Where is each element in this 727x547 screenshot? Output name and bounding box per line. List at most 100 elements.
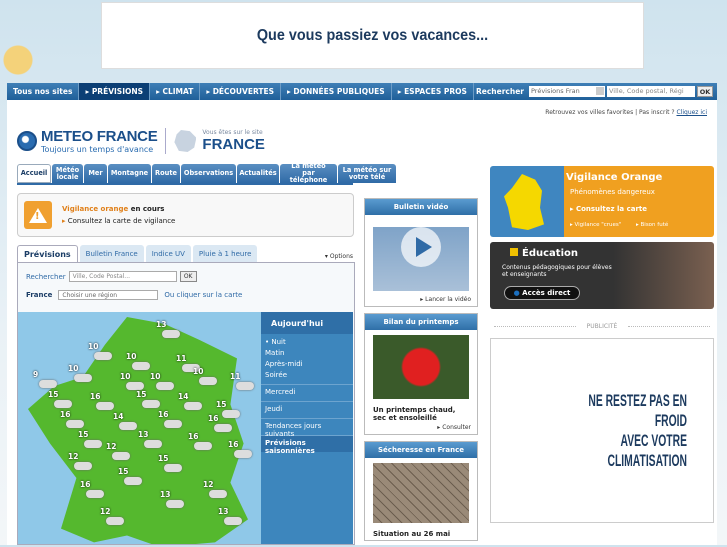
banner-text: Que vous passiez vos vacances... [256,26,489,44]
map-temperature: 13 [138,430,149,439]
vo-title: Vigilance Orange [566,172,663,183]
weather-cloud-icon [132,362,150,370]
vigilance-alert[interactable]: ! Vigilance orange en cours Consultez la… [17,193,354,237]
map-temperature: 14 [113,412,124,421]
weather-cloud-icon [124,477,142,485]
nav-espaces-pros[interactable]: ▸ ESPACES PROS [392,83,474,100]
bilan-link[interactable]: Consulter [365,424,477,434]
part-apres-midi[interactable]: Après-midi [265,359,349,370]
video-thumbnail[interactable] [373,227,469,291]
search-ok-button[interactable]: OK [697,86,713,97]
nav-decouvertes[interactable]: ▸ DÉCOUVERTES [200,83,282,100]
tab-indice-uv[interactable]: Indice UV [145,245,191,262]
weather-cloud-icon [184,402,202,410]
weather-cloud-icon [164,420,182,428]
map-temperature: 15 [118,467,129,476]
weather-cloud-icon [74,462,92,470]
weather-cloud-icon [166,500,184,508]
weather-cloud-icon [86,490,104,498]
tab-montagne[interactable]: Montagne [108,164,151,183]
bilan-title: Bilan du printemps [365,314,477,330]
weather-cloud-icon [39,380,57,388]
part-soiree[interactable]: Soirée [265,370,349,381]
favorites-link[interactable]: Cliquez ici [676,109,707,116]
tab-observations[interactable]: Observations [181,164,236,183]
bulletin-title: Bulletin vidéo [365,199,477,215]
drought-image[interactable] [373,463,469,523]
weather-cloud-icon [236,382,254,390]
region-select[interactable]: Choisir une région [58,290,159,300]
vigilance-orange-card[interactable]: Vigilance Orange Phénomènes dangereux Co… [490,166,714,237]
day-mercredi[interactable]: Mercredi [261,384,353,401]
map-temperature: 15 [216,400,227,409]
map-temperature: 15 [158,454,169,463]
tab-meteo-locale[interactable]: Météo locale [52,164,83,183]
map-temperature: 16 [158,410,169,419]
flower-image[interactable] [373,335,469,399]
warning-icon: ! [24,201,52,229]
vo-link[interactable]: Consultez la carte [570,205,647,213]
france-map-icon [174,130,197,152]
page-content: Retrouvez vos villes favorites | Pas ins… [7,100,717,545]
weather-cloud-icon [156,382,174,390]
map-temperature: 14 [178,392,189,401]
bulletin-video-card: Bulletin vidéo Lancer la vidéo [364,198,478,307]
tab-previsions[interactable]: Prévisions [17,245,78,262]
tab-route[interactable]: Route [152,164,180,183]
search-input[interactable]: Ville, Code postal, Régi [607,86,695,97]
weather-cloud-icon [199,377,217,385]
vo-subtitle: Phénomènes dangereux [570,188,655,196]
vigilance-title: Vigilance orange [62,205,129,213]
nav-donnees-publiques[interactable]: ▸ DONNÉES PUBLIQUES [281,83,392,100]
map-temperature: 11 [176,354,187,363]
map-temperature: 13 [160,490,171,499]
top-ad-banner[interactable]: Que vous passiez vos vacances... [101,2,644,69]
options-link[interactable]: ▾ Options [325,253,353,260]
weather-cloud-icon [142,400,160,408]
tab-bulletin-france[interactable]: Bulletin France [79,245,144,262]
tab-meteo-telephone[interactable]: La météo par téléphone [280,163,337,184]
search-label: Rechercher [475,87,524,96]
forecast-ok-button[interactable]: OK [179,271,197,282]
tab-pluie-1h[interactable]: Pluie à 1 heure [192,245,258,262]
vigilance-link[interactable]: Consultez la carte de vigilance [62,217,176,225]
previsions-panel: Prévisions Bulletin France Indice UV Plu… [17,245,355,545]
tab-actualites[interactable]: Actualités [237,164,279,183]
ad-line-3: CLIMATISATION [607,450,687,470]
search-scope-select[interactable]: Prévisions Fran [529,86,605,97]
day-jeudi[interactable]: Jeudi [261,401,353,418]
part-matin[interactable]: Matin [265,348,349,359]
weather-cloud-icon [222,410,240,418]
play-icon[interactable] [401,227,441,267]
map-temperature: 16 [80,480,91,489]
today-header[interactable]: Aujourd'hui [261,312,353,334]
map-temperature: 16 [208,414,219,423]
vigilance-map-icon [504,174,544,230]
nav-climat[interactable]: ▸ CLIMAT [150,83,201,100]
right-column: Vigilance Orange Phénomènes dangereux Co… [490,166,714,523]
nav-all-sites[interactable]: Tous nos sites [7,83,80,100]
map-temperature: 12 [100,507,111,516]
weather-cloud-icon [194,442,212,450]
map-temperature: 10 [126,352,137,361]
edu-access-button[interactable]: Accès direct [504,286,580,300]
forecast-map[interactable]: 13 10 10 11 10 9 10 10 10 11 15 16 15 14 15 16 14 16 16 15 1… [18,312,261,544]
tab-accueil[interactable]: Accueil [17,164,51,183]
region-map-hint: Ou cliquer sur la carte [164,291,243,299]
tendances-link[interactable]: Tendances jours suivants [261,418,353,438]
education-card[interactable]: Éducation Contenus pédagogiques pour élè… [490,242,714,309]
launch-video-link[interactable]: Lancer la vidéo [365,296,477,306]
nav-previsions[interactable]: ▸ PRÉVISIONS [79,83,151,100]
vo-bison-link[interactable]: Bison futé [636,222,669,228]
map-temperature: 16 [90,392,101,401]
part-nuit[interactable]: Nuit [265,337,349,348]
favorites-text: Retrouvez vos villes favorites | Pas ins… [545,109,675,116]
site-logo[interactable]: METEO FRANCE Toujours un temps d'avance … [17,128,265,154]
map-temperature: 15 [78,430,89,439]
secheresse-caption: Situation au 26 mai [373,530,451,538]
tab-meteo-tele[interactable]: La météo sur votre télé [338,164,396,183]
vo-crues-link[interactable]: Vigilance "crues" [570,222,622,228]
right-ad[interactable]: NE RESTEZ PAS EN FROID AVEC VOTRE CLIMAT… [490,338,714,523]
forecast-search-input[interactable]: Ville, Code Postal... [68,271,177,282]
tab-mer[interactable]: Mer [84,164,107,183]
